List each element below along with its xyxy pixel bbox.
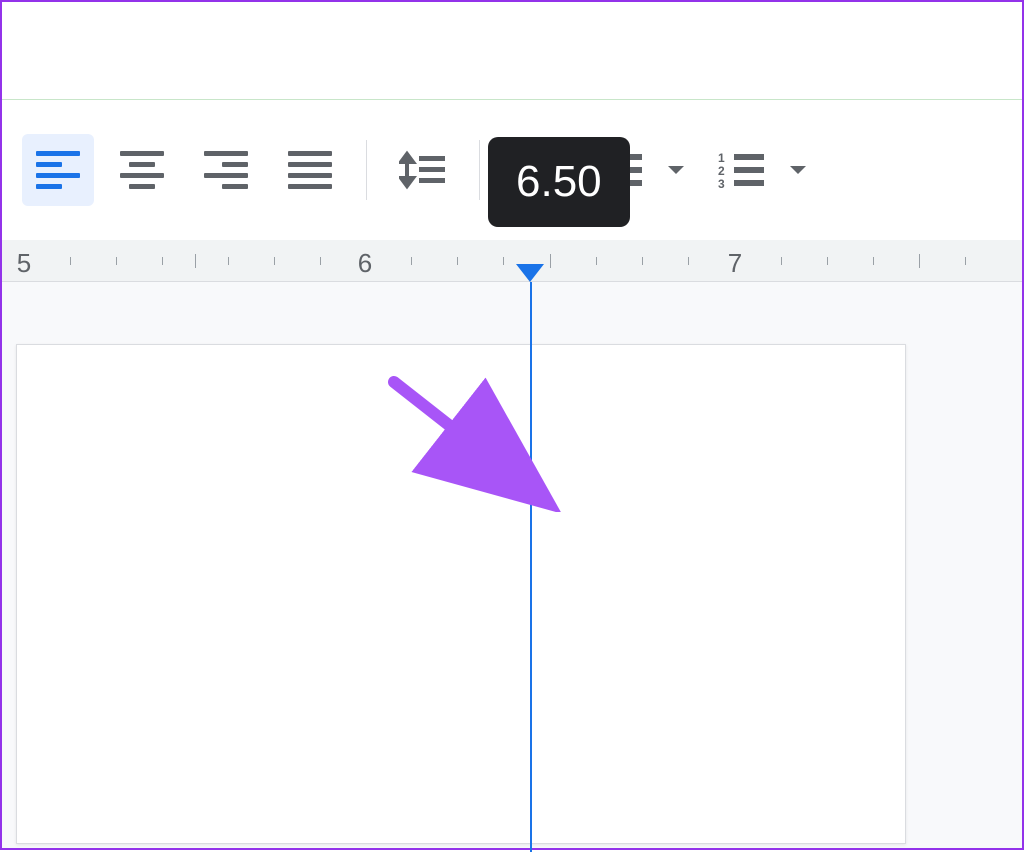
ruler-number-6: 6 <box>358 248 372 279</box>
separator <box>479 140 480 200</box>
align-right-button[interactable] <box>190 134 262 206</box>
document-area <box>2 282 1022 848</box>
ruler[interactable]: 5 6 7 <box>2 240 1022 282</box>
line-spacing-button[interactable] <box>387 134 459 206</box>
align-center-icon <box>120 151 164 189</box>
svg-text:2: 2 <box>718 164 725 178</box>
margin-guideline <box>530 282 532 852</box>
align-left-button[interactable] <box>22 134 94 206</box>
align-justify-button[interactable] <box>274 134 346 206</box>
align-right-icon <box>204 151 248 189</box>
title-area <box>2 2 1022 100</box>
chevron-down-icon <box>788 164 808 176</box>
ruler-value-tooltip: 6.50 <box>488 137 630 227</box>
ruler-number-7: 7 <box>728 248 742 279</box>
numbered-list-dropdown[interactable] <box>780 134 816 206</box>
align-center-button[interactable] <box>106 134 178 206</box>
page[interactable] <box>16 344 906 844</box>
separator <box>366 140 367 200</box>
ruler-number-5: 5 <box>17 248 31 279</box>
bulleted-list-dropdown[interactable] <box>658 134 694 206</box>
align-justify-icon <box>288 151 332 189</box>
numbered-list-button[interactable]: 1 2 3 <box>706 134 778 206</box>
numbered-list-icon: 1 2 3 <box>718 152 766 188</box>
align-left-icon <box>36 151 80 189</box>
numbered-list-combo: 1 2 3 <box>706 134 816 206</box>
line-spacing-icon <box>399 150 447 190</box>
ruler-indent-marker[interactable] <box>516 264 544 282</box>
chevron-down-icon <box>666 164 686 176</box>
svg-text:3: 3 <box>718 177 725 188</box>
